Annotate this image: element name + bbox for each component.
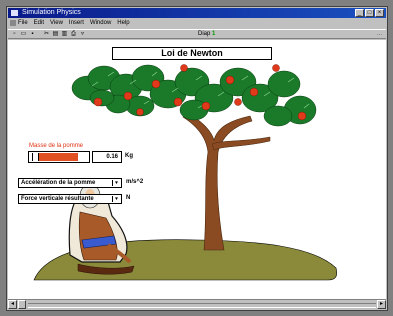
menu-edit[interactable]: Edit [34, 19, 44, 28]
acceleration-select[interactable]: Accélération de la pomme ▾ [18, 178, 122, 188]
copy-icon[interactable]: ▤ [52, 31, 59, 38]
open-icon[interactable]: ▭ [20, 31, 27, 38]
paste-icon[interactable]: ▥ [61, 31, 68, 38]
app-icon [11, 10, 18, 16]
tree-foliage [71, 64, 317, 127]
newton-scene [33, 64, 338, 281]
menu-window[interactable]: Window [90, 19, 111, 28]
mass-unit: Kg [125, 153, 133, 159]
force-unit: N [126, 195, 131, 201]
app-window: Simulation Physics _ □ × File Edit View … [6, 6, 388, 311]
print-icon[interactable]: ⎙ [70, 31, 77, 38]
menu-view[interactable]: View [50, 19, 63, 28]
toolbar-status: ... [376, 31, 382, 37]
scroll-left-icon[interactable]: ◂ [8, 300, 17, 309]
tree-trunk [182, 113, 253, 251]
menu-insert[interactable]: Insert [69, 19, 84, 28]
close-icon[interactable]: × [375, 9, 384, 17]
window-title: Simulation Physics [22, 9, 81, 16]
scroll-thumb[interactable] [18, 300, 26, 309]
toolbar: ▫ ▭ ▪ ✂ ▤ ▥ ⎙ ▿ Diap 1 ... [8, 29, 386, 39]
mass-slider-fill [39, 153, 78, 161]
title-bar: Simulation Physics _ □ × [8, 8, 386, 18]
acceleration-select-value: Accélération de la pomme [21, 180, 96, 186]
mass-slider[interactable] [28, 151, 90, 163]
scroll-track[interactable] [28, 303, 376, 308]
scroll-right-icon[interactable]: ▸ [377, 300, 386, 309]
force-select[interactable]: Force verticale résultante ▾ [18, 194, 122, 204]
menu-help[interactable]: Help [117, 19, 129, 28]
page-title: Loi de Newton [112, 47, 272, 60]
cut-icon[interactable]: ✂ [43, 31, 50, 38]
save-icon[interactable]: ▪ [29, 31, 36, 38]
minimize-icon[interactable]: _ [355, 9, 364, 17]
menu-file[interactable]: File [18, 19, 28, 28]
acceleration-unit: m/s^2 [126, 179, 144, 185]
horizontal-scrollbar[interactable]: ◂ ▸ [8, 299, 386, 309]
maximize-icon[interactable]: □ [365, 9, 374, 17]
simulation-canvas: Loi de Newton Masse de la pomme 0.16 Kg … [8, 40, 386, 299]
menu-bar: File Edit View Insert Window Help [8, 19, 386, 28]
force-select-value: Force verticale résultante [21, 196, 94, 202]
new-icon[interactable]: ▫ [11, 31, 18, 38]
mass-label: Masse de la pomme [29, 143, 84, 149]
mass-slider-handle[interactable] [32, 153, 39, 161]
chevron-down-icon[interactable]: ▾ [112, 180, 120, 186]
filter-icon[interactable]: ▿ [79, 31, 86, 38]
chevron-down-icon[interactable]: ▾ [112, 196, 120, 202]
mass-value[interactable]: 0.16 [92, 151, 122, 163]
slide-indicator: Diap 1 [198, 31, 216, 37]
doc-icon[interactable] [10, 20, 16, 26]
slide-number: 1 [212, 31, 216, 37]
